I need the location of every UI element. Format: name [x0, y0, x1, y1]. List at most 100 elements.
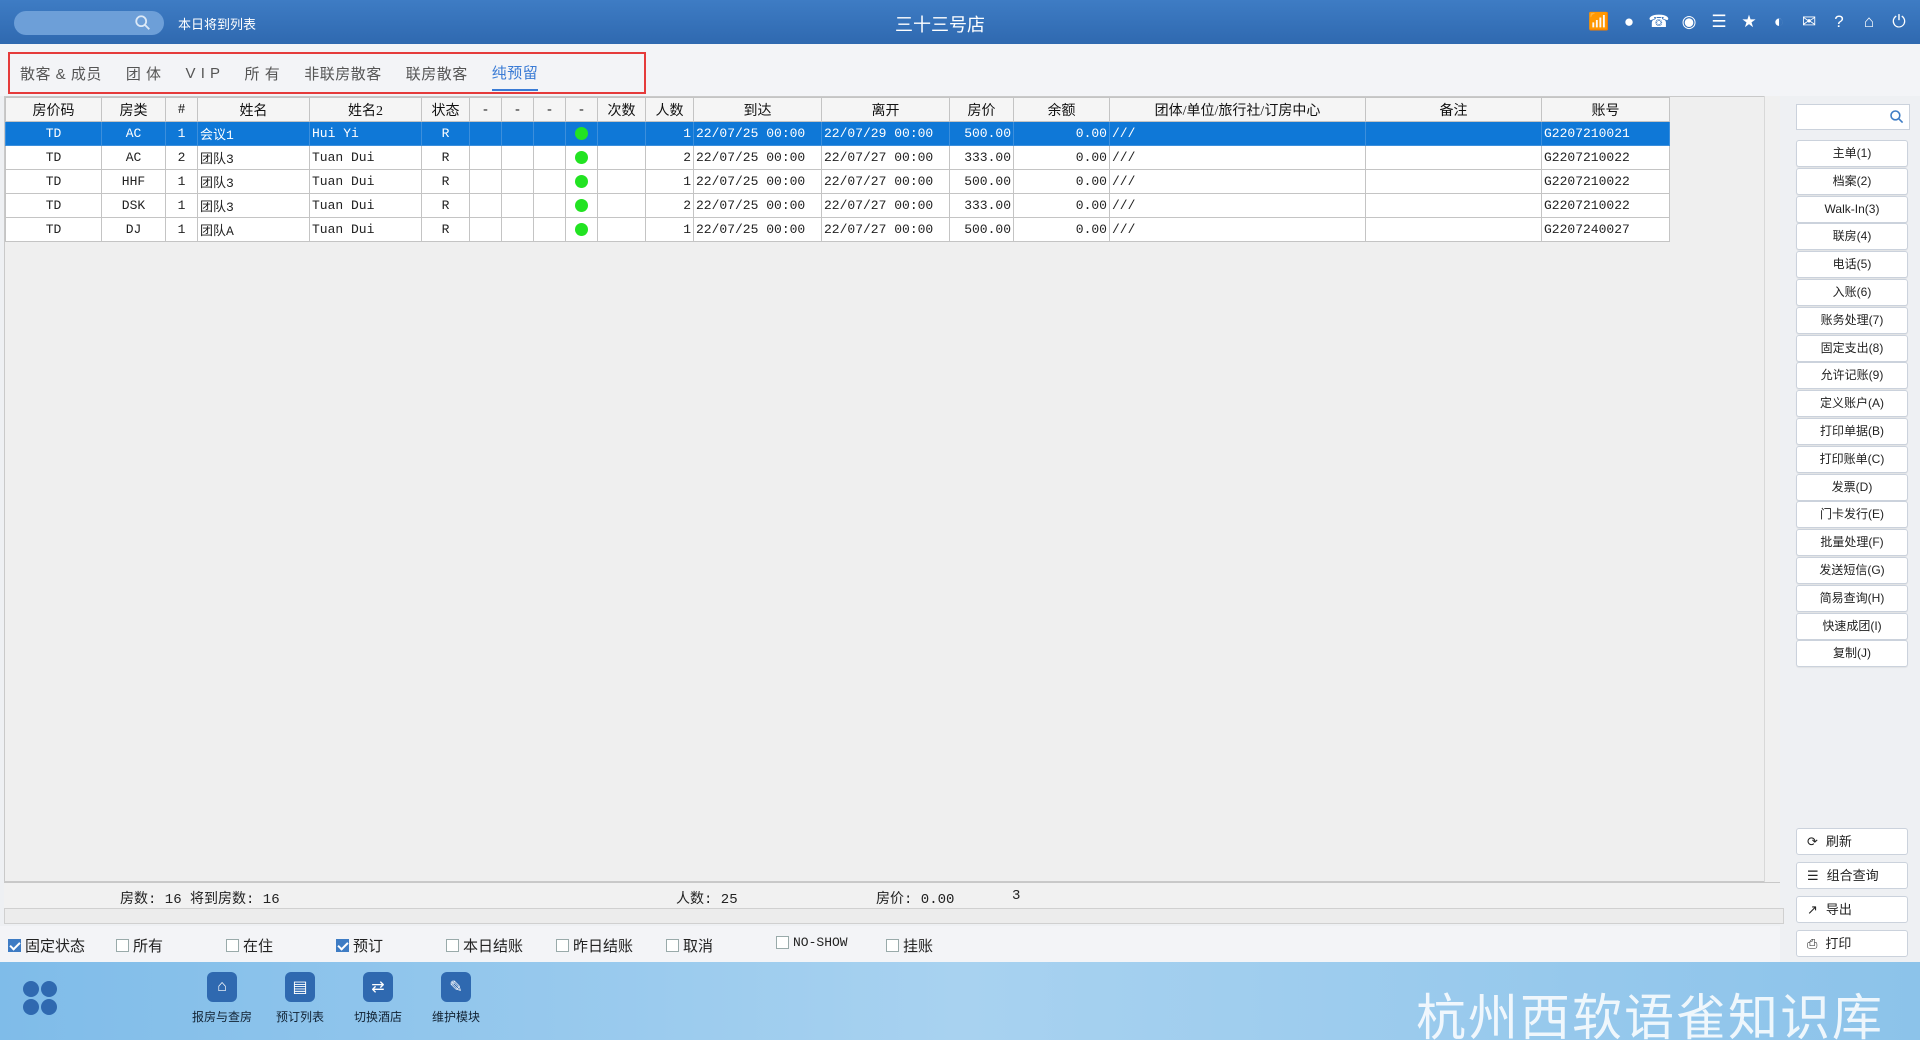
checkbox[interactable] — [776, 936, 789, 949]
col-header[interactable]: 团体/单位/旅行社/订房中心 — [1109, 97, 1366, 122]
table-cell[interactable]: TD — [5, 121, 102, 146]
tab-all[interactable]: 所 有 — [245, 57, 281, 90]
table-cell[interactable] — [533, 193, 566, 218]
filter-fixed-status[interactable]: 固定状态 — [8, 935, 85, 956]
filter-cancelled[interactable]: 取消 — [666, 935, 713, 956]
horizontal-scrollbar[interactable] — [4, 908, 1784, 924]
table-cell[interactable]: 22/07/27 00:00 — [821, 145, 950, 170]
table-cell[interactable]: 22/07/27 00:00 — [821, 217, 950, 242]
help-icon[interactable]: ? — [1828, 10, 1850, 32]
table-cell[interactable]: 22/07/27 00:00 — [821, 169, 950, 194]
table-cell[interactable] — [597, 217, 646, 242]
checkbox[interactable] — [556, 939, 569, 952]
table-cell[interactable] — [501, 145, 534, 170]
filter-no-show[interactable]: NO-SHOW — [776, 935, 848, 950]
side-action-button[interactable]: 主单(1) — [1796, 140, 1908, 167]
tab-vip[interactable]: V I P — [186, 59, 221, 88]
checkbox[interactable] — [226, 939, 239, 952]
side-action-button[interactable]: 档案(2) — [1796, 167, 1908, 195]
theme-icon[interactable]: ◐ — [1768, 10, 1790, 32]
table-cell[interactable]: AC — [101, 145, 166, 170]
wifi-icon[interactable]: 📶 — [1588, 10, 1610, 32]
side-action-button[interactable]: 允许记账(9) — [1796, 362, 1908, 390]
refresh-button[interactable]: ⟳ 刷新 — [1796, 828, 1908, 855]
col-header[interactable]: - — [565, 97, 598, 122]
power-icon[interactable]: ⏻ — [1888, 10, 1910, 32]
table-cell[interactable]: R — [421, 217, 470, 242]
table-cell[interactable] — [565, 169, 598, 194]
mail-icon[interactable]: ✉ — [1798, 10, 1820, 32]
table-cell[interactable]: 1 — [645, 169, 694, 194]
col-header[interactable]: - — [469, 97, 502, 122]
table-cell[interactable]: 22/07/25 00:00 — [693, 193, 822, 218]
table-cell[interactable]: Tuan Dui — [309, 193, 422, 218]
table-cell[interactable]: 会议1 — [197, 121, 310, 146]
table-row[interactable]: TD AC 2 团队3 Tuan Dui R 2 22/07/25 00:00 22/07/27… — [5, 145, 1670, 170]
table-cell[interactable]: 500.00 — [949, 169, 1014, 194]
filter-reserved[interactable]: 预订 — [336, 935, 383, 956]
col-header[interactable]: 状态 — [421, 97, 470, 122]
table-cell[interactable]: G2207210022 — [1541, 193, 1670, 218]
side-search-input[interactable] — [1796, 104, 1910, 130]
table-cell[interactable]: R — [421, 145, 470, 170]
table-cell[interactable]: /// — [1109, 145, 1366, 170]
side-action-button[interactable]: 入账(6) — [1796, 279, 1908, 306]
table-cell[interactable] — [469, 145, 502, 170]
table-cell[interactable]: G2207210021 — [1541, 121, 1670, 146]
table-cell[interactable]: 2 — [645, 193, 694, 218]
table-cell[interactable] — [1365, 193, 1542, 218]
table-cell[interactable]: AC — [101, 121, 166, 146]
combined-query-button[interactable]: ☰ 组合查询 — [1796, 862, 1908, 889]
table-cell[interactable]: 2 — [645, 145, 694, 170]
table-cell[interactable] — [533, 169, 566, 194]
table-row[interactable]: TD HHF 1 团队3 Tuan Dui R 1 22/07/25 00:00 22/07/2… — [5, 169, 1670, 194]
table-cell[interactable]: R — [421, 121, 470, 146]
col-header[interactable]: 人数 — [645, 97, 694, 122]
side-action-button[interactable]: 发送短信(G) — [1796, 557, 1908, 584]
table-cell[interactable]: G2207240027 — [1541, 217, 1670, 242]
side-action-button[interactable]: 发票(D) — [1796, 473, 1908, 501]
col-header[interactable]: 余额 — [1013, 97, 1110, 122]
table-cell[interactable]: 1 — [165, 217, 198, 242]
table-cell[interactable]: R — [421, 193, 470, 218]
table-cell[interactable]: 333.00 — [949, 193, 1014, 218]
table-cell[interactable]: 0.00 — [1013, 121, 1110, 146]
col-header[interactable]: 姓名2 — [309, 97, 422, 122]
tab-pure-reserve[interactable]: 纯预留 — [491, 56, 539, 91]
table-cell[interactable]: 1 — [645, 217, 694, 242]
table-cell[interactable]: 22/07/25 00:00 — [693, 121, 822, 146]
col-header[interactable]: 房价码 — [5, 97, 102, 122]
side-action-button[interactable]: 打印单据(B) — [1796, 418, 1908, 445]
checkbox[interactable] — [336, 939, 349, 952]
col-header[interactable]: 次数 — [597, 97, 646, 122]
col-header[interactable]: 房类 — [101, 97, 166, 122]
table-cell[interactable]: TD — [5, 145, 102, 170]
table-cell[interactable] — [565, 217, 598, 242]
table-cell[interactable] — [469, 169, 502, 194]
col-header[interactable]: 房价 — [949, 97, 1014, 122]
table-cell[interactable]: G2207210022 — [1541, 145, 1670, 170]
table-cell[interactable]: 22/07/25 00:00 — [693, 145, 822, 170]
side-action-button[interactable]: 简易查询(H) — [1796, 584, 1908, 612]
table-cell[interactable]: G2207210022 — [1541, 169, 1670, 194]
table-cell[interactable]: 1 — [165, 121, 198, 146]
side-action-button[interactable]: 电话(5) — [1796, 251, 1908, 279]
chat-icon[interactable]: ● — [1618, 10, 1640, 32]
side-action-button[interactable]: 联房(4) — [1796, 223, 1908, 251]
table-row[interactable]: TD AC 1 会议1 Hui Yi R 1 22/07/25 00:00 22/07/29 0… — [5, 121, 1670, 146]
tab-linked[interactable]: 联房散客 — [406, 57, 468, 90]
col-header[interactable]: 到达 — [693, 97, 822, 122]
checkbox[interactable] — [446, 939, 459, 952]
side-action-button[interactable]: 快速成团(I) — [1796, 612, 1908, 640]
table-cell[interactable]: 1 — [165, 169, 198, 194]
phone-icon[interactable]: ☎ — [1648, 10, 1670, 32]
side-action-button[interactable]: 门卡发行(E) — [1796, 501, 1908, 529]
filter-in-house[interactable]: 在住 — [226, 935, 273, 956]
table-cell[interactable] — [1365, 217, 1542, 242]
table-cell[interactable] — [597, 145, 646, 170]
table-cell[interactable]: 0.00 — [1013, 217, 1110, 242]
col-header[interactable]: 备注 — [1365, 97, 1542, 122]
table-cell[interactable]: Hui Yi — [309, 121, 422, 146]
filter-checkout-today[interactable]: 本日结账 — [446, 935, 523, 956]
side-action-button[interactable]: 批量处理(F) — [1796, 529, 1908, 557]
